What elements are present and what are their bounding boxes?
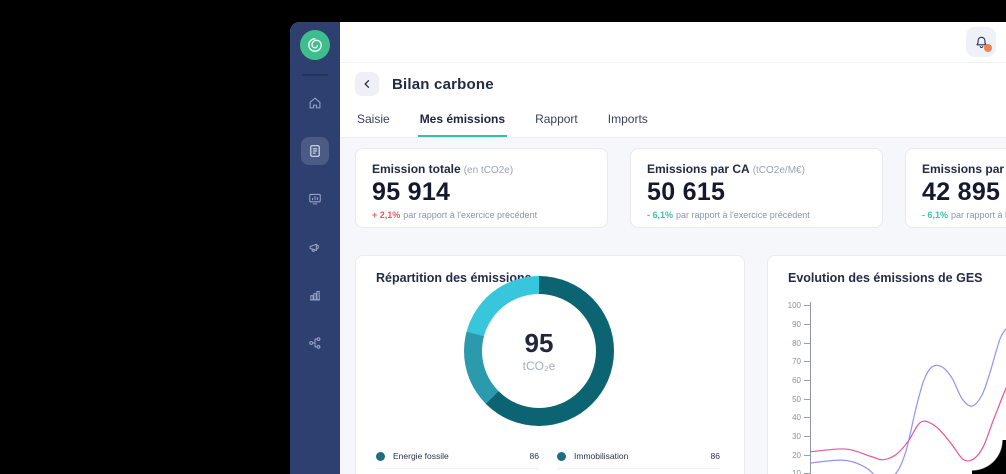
- charts-row: Répartition des émissions 95 tCO₂e Energ…: [355, 255, 1006, 474]
- stat-unit: (en tCO2e): [464, 165, 513, 176]
- stat-delta: + 2,1%par rapport à l'exercice précédent: [372, 210, 591, 220]
- stat-card-emissions-par-ca: Emissions par CA(tCO2e/M€) 50 615 - 6,1%…: [630, 148, 883, 228]
- donut-center: 95 tCO₂e: [482, 294, 596, 408]
- stat-cards-row: Emission totale(en tCO2e) 95 914 + 2,1%p…: [355, 148, 1006, 228]
- stat-value: 50 615: [647, 178, 866, 207]
- tab-rapport[interactable]: Rapport: [533, 106, 580, 137]
- legend-label: Immobilisation: [574, 451, 628, 461]
- y-tick-90: 90: [792, 320, 810, 329]
- home-icon: [308, 96, 322, 110]
- line-chart-title: Evolution des émissions de GES: [788, 271, 1006, 285]
- legend-label: Energie fossile: [393, 451, 449, 461]
- stat-delta-value: + 2,1%: [372, 210, 400, 220]
- app-logo[interactable]: [300, 30, 330, 60]
- y-tick-40: 40: [792, 413, 810, 422]
- app-window: Bilan carbone Saisie Mes émissions Rappo…: [290, 22, 1006, 474]
- stat-value: 95 914: [372, 178, 591, 207]
- tab-bar: Saisie Mes émissions Rapport Imports: [340, 102, 1006, 138]
- chevron-left-icon: [361, 78, 373, 90]
- y-tick-100: 100: [788, 301, 810, 310]
- y-tick-10: 10: [792, 469, 810, 474]
- donut-total-unit: tCO₂e: [523, 359, 556, 373]
- legend-item-dechets[interactable]: Déchets 86: [557, 469, 720, 474]
- y-tick-60: 60: [792, 376, 810, 385]
- legend-value: 86: [711, 451, 720, 461]
- tab-saisie[interactable]: Saisie: [355, 106, 392, 137]
- megaphone-icon: [308, 240, 322, 254]
- sidebar-item-home[interactable]: [301, 89, 329, 117]
- main-area: Bilan carbone Saisie Mes émissions Rappo…: [340, 22, 1006, 474]
- legend-dot-icon: [376, 452, 385, 461]
- sidebar-nav: [301, 89, 329, 357]
- stat-delta-value: - 6,1%: [922, 210, 948, 220]
- y-tick-80: 80: [792, 339, 810, 348]
- bar-chart-icon: [308, 288, 322, 302]
- evolution-panel: Evolution des émissions de GES 100 90 80 70…: [767, 255, 1006, 474]
- legend-dot-icon: [557, 452, 566, 461]
- page-title: Bilan carbone: [392, 76, 494, 93]
- legend-item-immobilisation[interactable]: Immobilisation 86: [557, 444, 720, 469]
- y-tick-70: 70: [792, 357, 810, 366]
- sidebar-item-documents[interactable]: [301, 137, 329, 165]
- stat-title: Emissions par CA(tCO2e/M€): [647, 162, 866, 176]
- stat-card-emissions-par-etp: Emissions par ETP(tCO2e/ETP) 42 895 - 6,…: [905, 148, 1006, 228]
- sidebar-item-analytics[interactable]: [301, 281, 329, 309]
- sidebar-item-organization[interactable]: [301, 329, 329, 357]
- page-header: Bilan carbone: [340, 63, 1006, 102]
- y-tick-30: 30: [792, 432, 810, 441]
- y-tick-50: 50: [792, 395, 810, 404]
- stat-unit: (tCO2e/M€): [753, 165, 805, 176]
- stat-delta: - 6,1%par rapport à l'exercice précédent: [922, 210, 1006, 220]
- topbar: [340, 22, 1006, 63]
- donut-legend: Energie fossile 86 Immobilisation 86 Éle…: [376, 444, 720, 474]
- document-icon: [308, 144, 322, 158]
- stat-card-emission-totale: Emission totale(en tCO2e) 95 914 + 2,1%p…: [355, 148, 608, 228]
- legend-item-energie-fossile[interactable]: Energie fossile 86: [376, 444, 539, 469]
- stat-title: Emission totale(en tCO2e): [372, 162, 591, 176]
- stat-value: 42 895: [922, 178, 1006, 207]
- tab-imports[interactable]: Imports: [606, 106, 650, 137]
- notification-badge: [984, 44, 992, 52]
- content-area: Emission totale(en tCO2e) 95 914 + 2,1%p…: [340, 138, 1006, 474]
- stat-delta-value: - 6,1%: [647, 210, 673, 220]
- corner-notch: [972, 440, 1006, 474]
- notifications-button[interactable]: [966, 27, 996, 57]
- y-tick-20: 20: [792, 451, 810, 460]
- stat-title: Emissions par ETP(tCO2e/ETP): [922, 162, 1006, 176]
- legend-item-electricite[interactable]: Électricité 86: [376, 469, 539, 474]
- donut-chart[interactable]: 95 tCO₂e: [464, 276, 614, 426]
- hierarchy-icon: [308, 336, 322, 350]
- sidebar: [290, 22, 340, 474]
- stat-delta: - 6,1%par rapport à l'exercice précédent: [647, 210, 866, 220]
- tab-mes-emissions[interactable]: Mes émissions: [418, 106, 507, 137]
- monitor-chart-icon: [308, 192, 322, 206]
- sidebar-divider: [302, 74, 328, 76]
- back-button[interactable]: [355, 72, 379, 96]
- sidebar-item-dashboard[interactable]: [301, 185, 329, 213]
- legend-value: 86: [530, 451, 539, 461]
- logo-spiral-icon: [306, 36, 324, 54]
- sidebar-item-announcements[interactable]: [301, 233, 329, 261]
- y-axis-ticks: 100 90 80 70 60 50 40 30 20 10: [768, 302, 810, 474]
- donut-total-value: 95: [525, 330, 554, 356]
- repartition-panel: Répartition des émissions 95 tCO₂e Energ…: [355, 255, 745, 474]
